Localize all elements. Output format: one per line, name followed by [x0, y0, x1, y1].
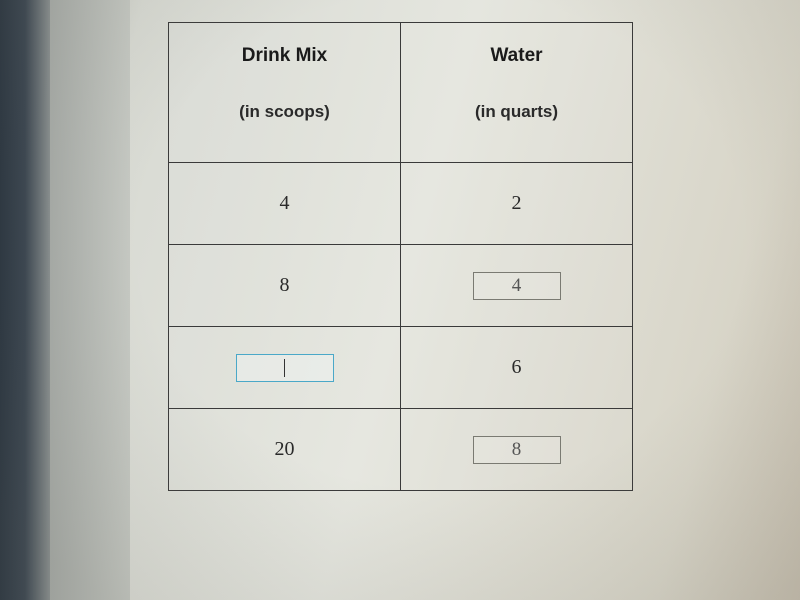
cell-water: 2 — [401, 163, 633, 245]
answer-input[interactable]: 4 — [473, 272, 561, 300]
cell-water: 6 — [401, 327, 633, 409]
header-drink-mix: Drink Mix (in scoops) — [169, 23, 401, 163]
table-row: 8 4 — [169, 245, 633, 327]
cell-water: 8 — [401, 409, 633, 491]
table-header-row: Drink Mix (in scoops) Water (in quarts) — [169, 23, 633, 163]
header-title: Water — [401, 45, 632, 67]
photo-page-curl — [50, 0, 130, 600]
header-subtitle: (in quarts) — [475, 102, 558, 121]
cell-mix — [169, 327, 401, 409]
photo-dark-edge — [0, 0, 50, 600]
ratio-table: Drink Mix (in scoops) Water (in quarts) … — [168, 22, 633, 491]
cell-mix: 8 — [169, 245, 401, 327]
table-row: 20 8 — [169, 409, 633, 491]
text-cursor — [284, 359, 285, 377]
header-subtitle: (in scoops) — [239, 102, 330, 121]
table-row: 4 2 — [169, 163, 633, 245]
cell-mix: 20 — [169, 409, 401, 491]
cell-water: 4 — [401, 245, 633, 327]
header-water: Water (in quarts) — [401, 23, 633, 163]
header-title: Drink Mix — [169, 45, 400, 67]
answer-input[interactable]: 8 — [473, 436, 561, 464]
table-row: 6 — [169, 327, 633, 409]
answer-input-active[interactable] — [236, 354, 334, 382]
cell-mix: 4 — [169, 163, 401, 245]
